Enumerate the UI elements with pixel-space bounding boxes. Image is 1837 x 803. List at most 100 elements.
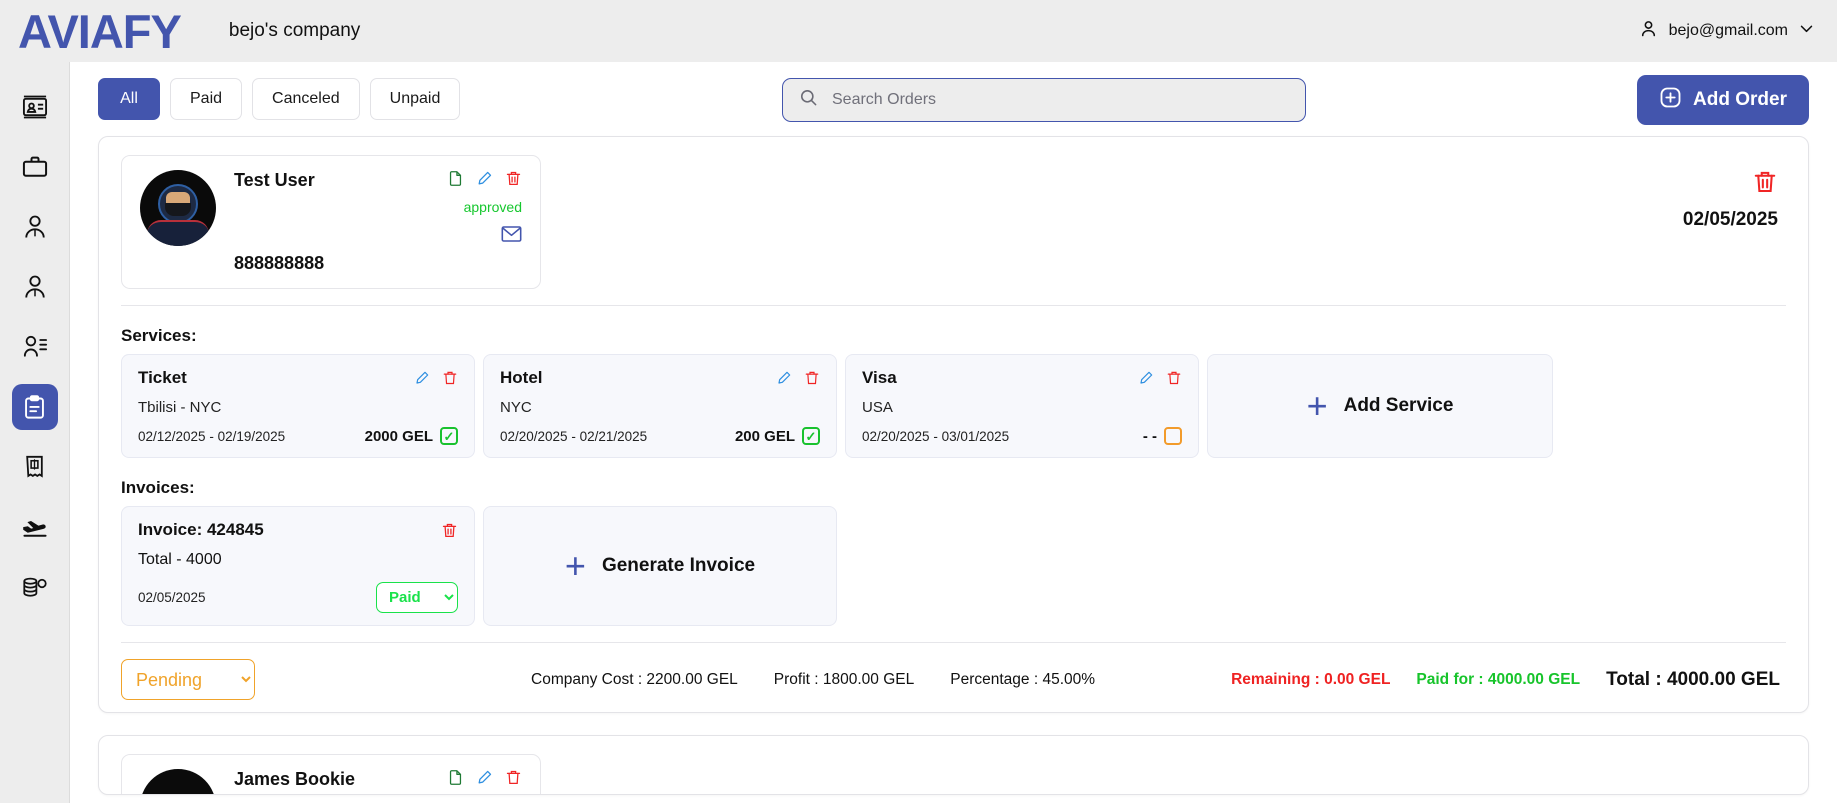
email-icon[interactable] bbox=[501, 225, 522, 243]
sidebar-item-id-card[interactable] bbox=[12, 84, 58, 130]
service-tile[interactable]: Visa USA 02/20/2025 - 03/01/2025 - - bbox=[845, 354, 1199, 458]
edit-pencil-icon[interactable] bbox=[414, 370, 430, 386]
main-content: All Paid Canceled Unpaid Add Order bbox=[70, 62, 1837, 803]
plus-square-icon bbox=[1659, 86, 1682, 115]
order-header: Test User approved 888888888 02/05/2025 bbox=[121, 155, 1786, 289]
plus-icon: + bbox=[564, 545, 586, 586]
avatar bbox=[140, 170, 216, 246]
customer-phone: 888888888 bbox=[234, 253, 325, 273]
agent-icon bbox=[21, 213, 49, 241]
service-tile[interactable]: Ticket Tbilisi - NYC 02/12/2025 - 02/19/… bbox=[121, 354, 475, 458]
filter-canceled[interactable]: Canceled bbox=[252, 78, 360, 120]
sidebar-item-agent-alt[interactable] bbox=[12, 264, 58, 310]
customer-card: James Bookie bbox=[121, 754, 541, 794]
service-route: NYC bbox=[500, 399, 532, 416]
delete-trash-icon[interactable] bbox=[505, 769, 522, 786]
service-route: Tbilisi - NYC bbox=[138, 399, 222, 416]
sidebar-item-billing[interactable] bbox=[12, 444, 58, 490]
document-icon[interactable] bbox=[447, 769, 464, 786]
invoices-label: Invoices: bbox=[121, 478, 195, 497]
search-box[interactable] bbox=[782, 78, 1306, 122]
delete-trash-icon[interactable] bbox=[441, 522, 458, 539]
document-icon[interactable] bbox=[447, 170, 464, 187]
services-list: Ticket Tbilisi - NYC 02/12/2025 - 02/19/… bbox=[121, 354, 1786, 458]
company-cost: Company Cost : 2200.00 GEL bbox=[531, 670, 738, 688]
filter-unpaid[interactable]: Unpaid bbox=[369, 78, 461, 120]
sidebar-item-flights[interactable] bbox=[12, 504, 58, 550]
user-list-icon bbox=[21, 333, 49, 361]
clipboard-icon bbox=[21, 394, 48, 421]
add-order-button[interactable]: Add Order bbox=[1637, 75, 1809, 125]
sidebar-item-agent[interactable] bbox=[12, 204, 58, 250]
sidebar-item-orders[interactable] bbox=[11, 384, 58, 430]
service-price: - - bbox=[1142, 427, 1157, 445]
remaining-amount: Remaining : 0.00 GEL bbox=[1231, 670, 1391, 688]
filter-paid[interactable]: Paid bbox=[170, 78, 243, 120]
service-title: Hotel bbox=[500, 368, 543, 387]
add-service-button[interactable]: + Add Service bbox=[1207, 354, 1553, 458]
invoice-status-select[interactable]: Paid bbox=[376, 582, 458, 613]
add-order-label: Add Order bbox=[1693, 89, 1787, 110]
total-amount: Total : 4000.00 GEL bbox=[1606, 668, 1780, 690]
invoice-date: 02/05/2025 bbox=[138, 590, 206, 605]
services-label: Services: bbox=[121, 326, 197, 345]
filter-all[interactable]: All bbox=[98, 78, 160, 120]
profit: Profit : 1800.00 GEL bbox=[773, 670, 915, 688]
agent-alt-icon bbox=[21, 273, 49, 301]
percentage: Percentage : 45.00% bbox=[950, 670, 1096, 688]
delete-order-icon[interactable] bbox=[1752, 169, 1778, 195]
invoice-tile[interactable]: Invoice: 424845 Total - 4000 02/05/2025 … bbox=[121, 506, 475, 626]
edit-pencil-icon[interactable] bbox=[1138, 370, 1154, 386]
sidebar bbox=[0, 62, 70, 803]
service-dates: 02/20/2025 - 03/01/2025 bbox=[862, 428, 1010, 444]
chevron-down-icon[interactable] bbox=[1798, 20, 1815, 42]
coins-icon bbox=[21, 573, 49, 601]
service-title: Ticket bbox=[138, 368, 187, 387]
customer-name: James Bookie bbox=[234, 769, 356, 789]
order-meta: 02/05/2025 bbox=[1683, 155, 1786, 231]
delete-trash-icon[interactable] bbox=[505, 170, 522, 187]
service-dates: 02/20/2025 - 02/21/2025 bbox=[500, 428, 648, 444]
person-icon bbox=[1638, 18, 1659, 44]
edit-pencil-icon[interactable] bbox=[776, 370, 792, 386]
search-icon bbox=[799, 88, 818, 112]
search-input[interactable] bbox=[832, 91, 1289, 109]
sidebar-item-user-list[interactable] bbox=[12, 324, 58, 370]
service-route: USA bbox=[862, 399, 893, 416]
sidebar-item-finance[interactable] bbox=[12, 564, 58, 610]
customer-card: Test User approved 888888888 bbox=[121, 155, 541, 289]
invoices-list: Invoice: 424845 Total - 4000 02/05/2025 … bbox=[121, 506, 1786, 626]
customer-name: Test User bbox=[234, 170, 315, 190]
receipt-dollar-icon bbox=[21, 454, 48, 481]
order-card: Test User approved 888888888 02/05/2025 … bbox=[98, 136, 1809, 713]
orders-list: Test User approved 888888888 02/05/2025 … bbox=[70, 136, 1837, 795]
airplane-takeoff-icon bbox=[21, 513, 49, 541]
sidebar-item-briefcase[interactable] bbox=[12, 144, 58, 190]
generate-invoice-label: Generate Invoice bbox=[601, 555, 756, 576]
service-unpaid-checkbox[interactable] bbox=[1164, 427, 1182, 445]
service-paid-checkbox[interactable]: ✓ bbox=[440, 427, 458, 445]
avatar bbox=[140, 769, 216, 794]
delete-trash-icon[interactable] bbox=[804, 370, 820, 386]
paid-amount: Paid for : 4000.00 GEL bbox=[1416, 670, 1581, 688]
user-email: bejo@gmail.com bbox=[1668, 22, 1788, 39]
invoice-number: Invoice: 424845 bbox=[138, 520, 264, 539]
edit-pencil-icon[interactable] bbox=[476, 170, 493, 187]
id-card-icon bbox=[21, 93, 49, 121]
order-state-select[interactable]: Pending bbox=[121, 659, 255, 700]
edit-pencil-icon[interactable] bbox=[476, 769, 493, 786]
service-dates: 02/12/2025 - 02/19/2025 bbox=[138, 428, 286, 444]
service-tile[interactable]: Hotel NYC 02/20/2025 - 02/21/2025 200 GE… bbox=[483, 354, 837, 458]
account-menu[interactable]: bejo@gmail.com bbox=[1638, 18, 1815, 44]
plus-icon: + bbox=[1306, 385, 1328, 426]
company-name: bejo's company bbox=[228, 20, 361, 41]
generate-invoice-button[interactable]: + Generate Invoice bbox=[483, 506, 837, 626]
delete-trash-icon[interactable] bbox=[442, 370, 458, 386]
app-header: AVIAFY bejo's company bejo@gmail.com bbox=[0, 0, 1837, 62]
delete-trash-icon[interactable] bbox=[1166, 370, 1182, 386]
add-service-label: Add Service bbox=[1343, 395, 1454, 416]
filter-tabs: All Paid Canceled Unpaid bbox=[98, 78, 461, 120]
invoice-total: Total - 4000 bbox=[138, 551, 222, 568]
status-badge: approved bbox=[463, 199, 522, 215]
service-paid-checkbox[interactable]: ✓ bbox=[802, 427, 820, 445]
